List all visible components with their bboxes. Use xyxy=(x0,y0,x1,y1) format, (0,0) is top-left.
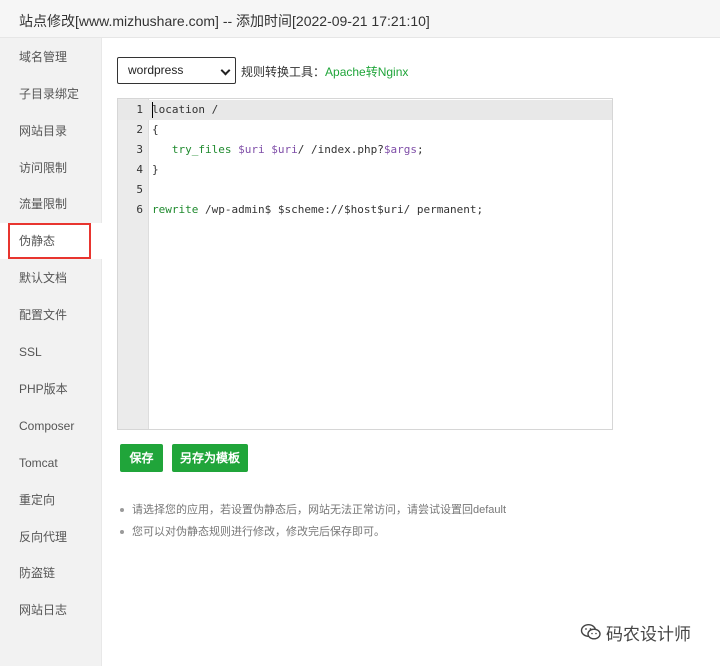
sidebar-item-label: 子目录绑定 xyxy=(19,87,80,101)
sidebar-item-rewrite[interactable]: 伪静态 xyxy=(0,223,102,259)
code-text: / /index.php? xyxy=(297,143,384,156)
sidebar: 域名管理 子目录绑定 网站目录 访问限制 流量限制 伪静态 默认文档 配置文件 … xyxy=(0,38,102,666)
rule-tool-label: 规则转换工具： xyxy=(241,65,326,79)
sidebar-item-label: PHP版本 xyxy=(19,382,68,396)
sidebar-item-config-file[interactable]: 配置文件 xyxy=(0,297,102,333)
sidebar-item-label: 默认文档 xyxy=(19,271,68,285)
rewrite-panel: wordpress 规则转换工具：Apache转Nginx 1 2 3 4 5 … xyxy=(103,38,720,666)
rule-conversion-tool: 规则转换工具：Apache转Nginx xyxy=(241,63,408,80)
sidebar-item-site-directory[interactable]: 网站目录 xyxy=(0,113,102,149)
sidebar-item-hotlink-protection[interactable]: 防盗链 xyxy=(0,555,102,591)
sidebar-item-label: 网站目录 xyxy=(19,124,68,138)
sidebar-item-label: 网站日志 xyxy=(19,603,68,617)
sidebar-item-default-document[interactable]: 默认文档 xyxy=(0,260,102,296)
code-keyword: try_files xyxy=(171,143,232,156)
watermark-text: 码农设计师 xyxy=(606,625,691,644)
sidebar-item-label: 反向代理 xyxy=(19,530,68,544)
line-number: 2 xyxy=(136,123,143,136)
watermark: 码农设计师 xyxy=(580,622,691,648)
line-number: 5 xyxy=(136,183,143,196)
code-variable: $uri xyxy=(271,143,298,156)
sidebar-item-label: Tomcat xyxy=(19,456,58,470)
code-text: { xyxy=(152,123,159,136)
sidebar-item-label: 防盗链 xyxy=(19,566,56,580)
sidebar-item-composer[interactable]: Composer xyxy=(0,408,102,444)
code-line: rewrite /wp-admin$ $scheme://$host$uri/ … xyxy=(152,200,483,220)
save-button[interactable]: 保存 xyxy=(120,444,163,472)
code-keyword: rewrite xyxy=(152,203,199,216)
sidebar-item-label: 域名管理 xyxy=(19,50,68,64)
chevron-down-icon xyxy=(220,65,231,76)
selection-highlight xyxy=(8,223,91,259)
code-text: location / xyxy=(152,103,219,116)
code-line: { xyxy=(152,120,159,140)
sidebar-item-php-version[interactable]: PHP版本 xyxy=(0,371,102,407)
rewrite-template-select[interactable]: wordpress xyxy=(117,57,236,84)
sidebar-item-label: 访问限制 xyxy=(19,161,68,175)
sidebar-item-label: SSL xyxy=(19,345,42,359)
tip-item: 请选择您的应用，若设置伪静态后，网站无法正常访问，请尝试设置回default xyxy=(119,499,506,521)
sidebar-item-label: Composer xyxy=(19,419,75,433)
code-line: location / xyxy=(152,100,218,120)
line-number: 6 xyxy=(136,203,143,216)
code-text: } xyxy=(152,163,159,176)
wechat-icon xyxy=(580,623,602,649)
dialog-title: 站点修改[www.mizhushare.com] -- 添加时间[2022-09… xyxy=(19,13,430,29)
sidebar-item-subdirectory[interactable]: 子目录绑定 xyxy=(0,76,102,112)
code-line: } xyxy=(152,160,159,180)
code-text: /wp-admin$ $scheme://$host$uri/ permanen… xyxy=(198,203,484,216)
sidebar-item-reverse-proxy[interactable]: 反向代理 xyxy=(0,519,102,555)
text-cursor xyxy=(152,102,153,118)
sidebar-item-label: 重定向 xyxy=(19,493,56,507)
tip-item: 您可以对伪静态规则进行修改，修改完后保存即可。 xyxy=(119,521,506,543)
code-variable: $uri xyxy=(238,143,265,156)
sidebar-item-access-limit[interactable]: 访问限制 xyxy=(0,150,102,186)
line-number: 4 xyxy=(136,163,143,176)
sidebar-item-domain[interactable]: 域名管理 xyxy=(0,39,102,75)
sidebar-item-label: 配置文件 xyxy=(19,308,68,322)
line-number: 1 xyxy=(136,103,143,116)
code-line: try_files $uri $uri/ /index.php?$args; xyxy=(152,140,424,160)
sidebar-item-site-log[interactable]: 网站日志 xyxy=(0,592,102,628)
sidebar-item-tomcat[interactable]: Tomcat xyxy=(0,445,102,481)
save-as-template-button[interactable]: 另存为模板 xyxy=(172,444,248,472)
sidebar-item-traffic-limit[interactable]: 流量限制 xyxy=(0,186,102,222)
code-text: ; xyxy=(416,143,424,156)
sidebar-item-redirect[interactable]: 重定向 xyxy=(0,482,102,518)
code-variable: $args xyxy=(383,143,417,156)
sidebar-item-ssl[interactable]: SSL xyxy=(0,334,102,370)
dialog-titlebar: 站点修改[www.mizhushare.com] -- 添加时间[2022-09… xyxy=(0,0,720,38)
line-number: 3 xyxy=(136,143,143,156)
help-tips: 请选择您的应用，若设置伪静态后，网站无法正常访问，请尝试设置回default 您… xyxy=(119,499,506,543)
rewrite-code-editor[interactable]: 1 2 3 4 5 6 location / { try_files $uri … xyxy=(117,98,613,430)
apache-to-nginx-link[interactable]: Apache转Nginx xyxy=(325,65,408,79)
select-value: wordpress xyxy=(128,63,184,77)
sidebar-item-label: 流量限制 xyxy=(19,197,68,211)
